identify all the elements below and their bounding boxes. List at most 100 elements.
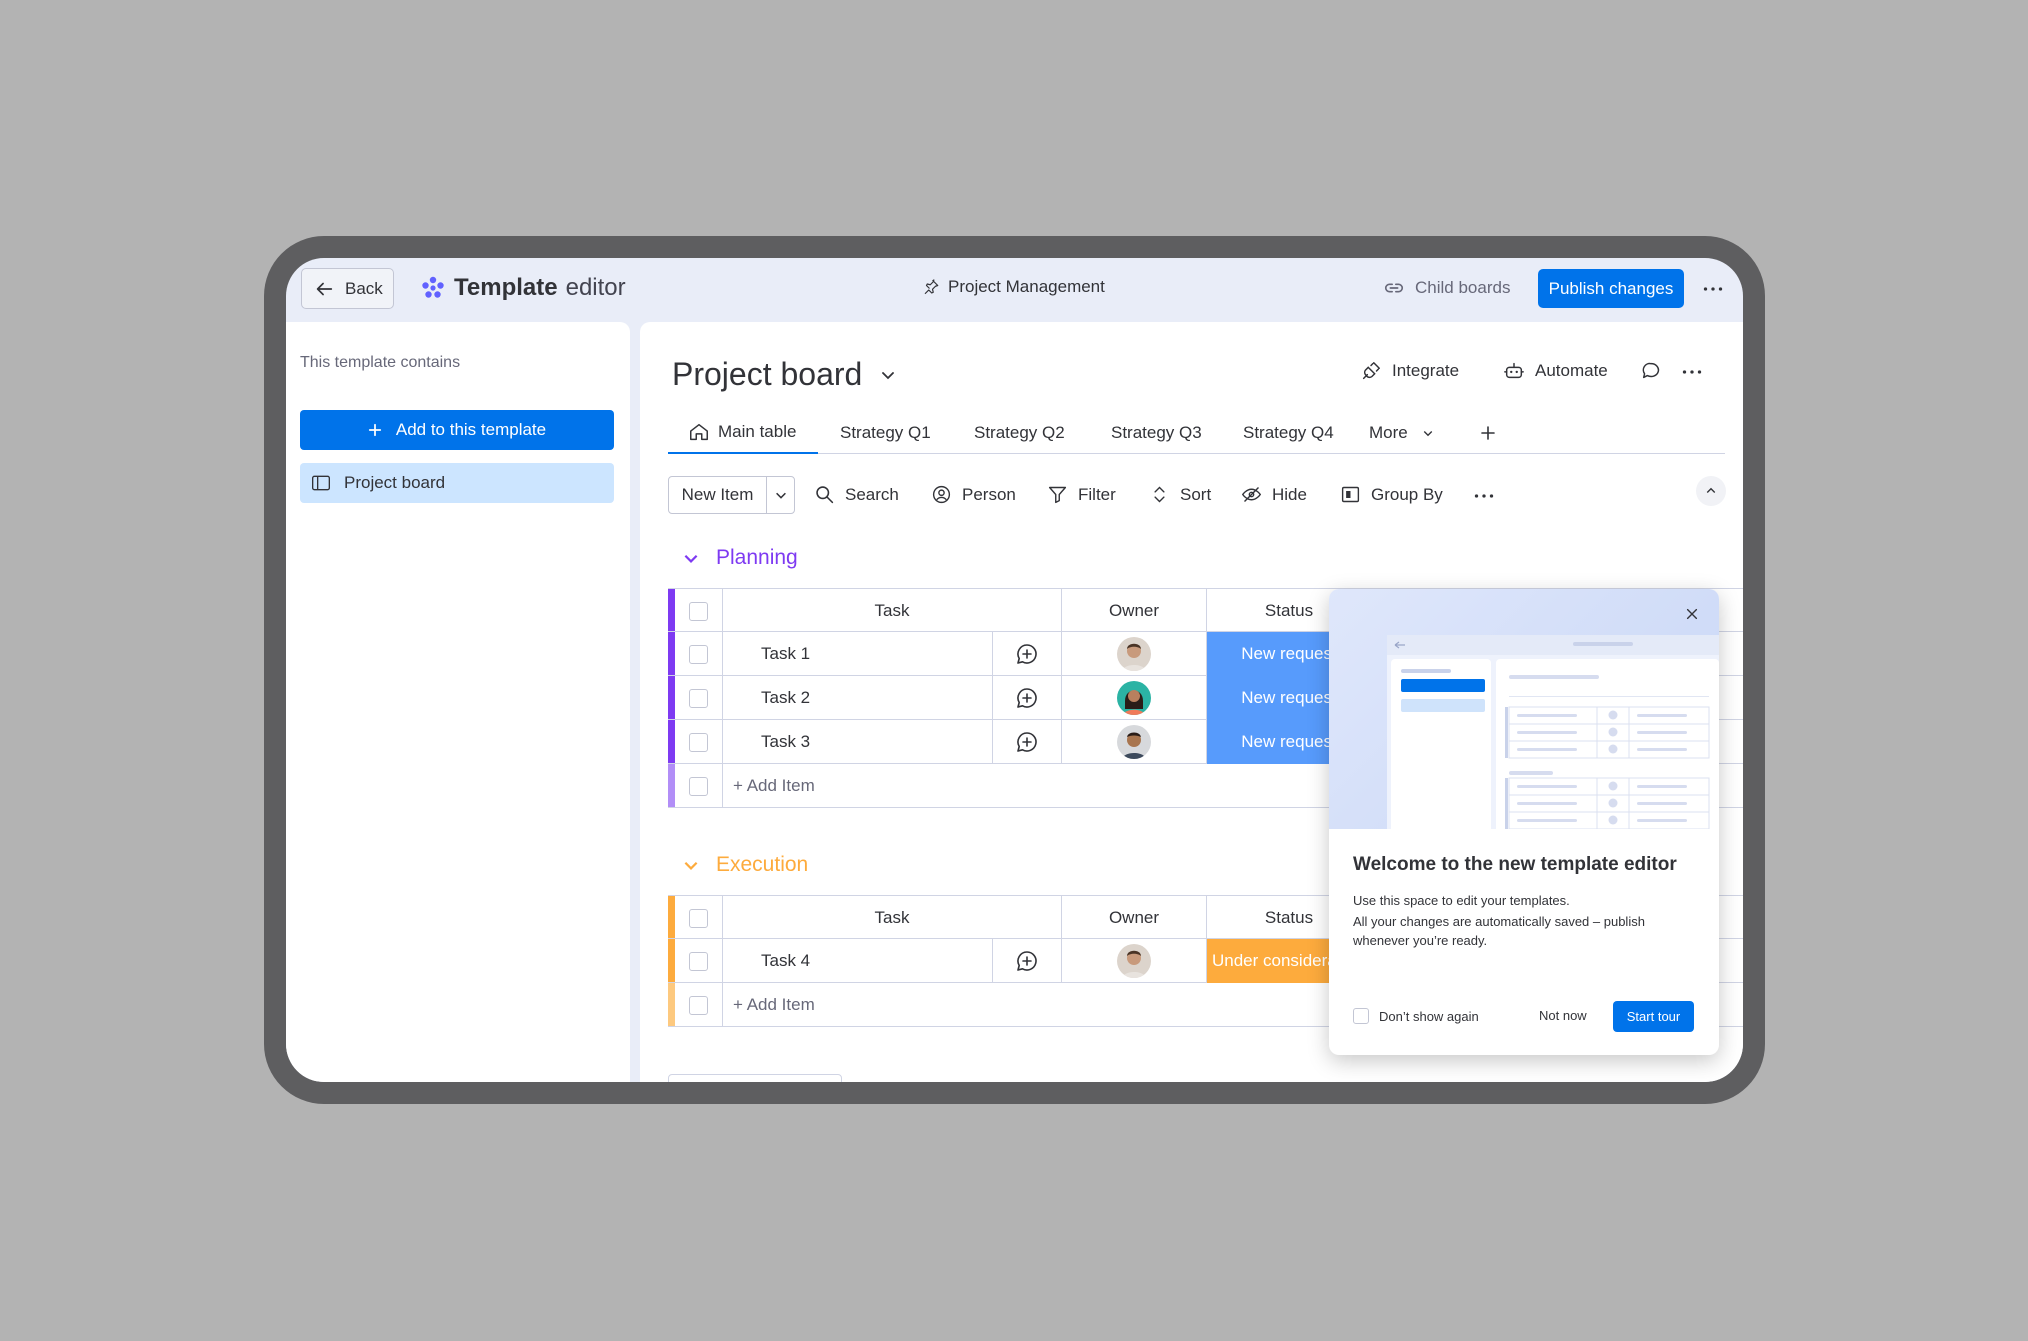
close-icon[interactable] xyxy=(1681,603,1703,625)
row-select-cell xyxy=(675,764,723,808)
add-update-cell[interactable] xyxy=(993,939,1062,983)
sort-button[interactable]: Sort xyxy=(1149,484,1211,505)
select-all-checkbox[interactable] xyxy=(689,601,708,621)
search-button[interactable]: Search xyxy=(814,484,899,505)
child-boards-button[interactable]: Child boards xyxy=(1383,277,1510,299)
automate-button[interactable]: Automate xyxy=(1503,360,1608,382)
row-checkbox[interactable] xyxy=(689,951,708,971)
pin-icon xyxy=(924,279,939,295)
new-item-button[interactable]: New Item xyxy=(668,476,795,514)
column-header-owner[interactable]: Owner xyxy=(1062,589,1207,633)
group-by-button[interactable]: Group By xyxy=(1340,484,1443,505)
more-options-icon[interactable] xyxy=(1701,279,1725,299)
tab-label: Strategy Q1 xyxy=(840,423,931,442)
template-contents-caption: This template contains xyxy=(300,354,461,371)
board-crumb[interactable]: Project Management xyxy=(922,277,1105,297)
dont-show-again-option[interactable]: Don’t show again xyxy=(1353,1008,1479,1024)
owner-cell[interactable] xyxy=(1062,939,1207,983)
add-group-button[interactable] xyxy=(668,1074,842,1082)
row-checkbox[interactable] xyxy=(689,995,708,1015)
tab-more[interactable]: More xyxy=(1369,412,1434,454)
start-tour-button[interactable]: Start tour xyxy=(1613,1001,1694,1032)
child-boards-label: Child boards xyxy=(1415,278,1511,297)
group-title-planning[interactable]: Planning xyxy=(682,546,798,570)
board-more-icon[interactable] xyxy=(1682,368,1702,376)
tab-strategy-q1[interactable]: Strategy Q1 xyxy=(840,412,931,454)
hide-button[interactable]: Hide xyxy=(1241,484,1307,505)
new-item-dropdown[interactable] xyxy=(767,477,794,513)
person-filter-button[interactable]: Person xyxy=(931,484,1016,505)
column-header-owner[interactable]: Owner xyxy=(1062,896,1207,940)
publish-changes-button[interactable]: Publish changes xyxy=(1538,269,1684,308)
arrow-left-icon xyxy=(316,282,333,295)
avatar xyxy=(1117,944,1151,978)
integrate-label: Integrate xyxy=(1392,361,1460,380)
group-color-bar xyxy=(668,764,675,807)
integrate-button[interactable]: Integrate xyxy=(1360,360,1459,382)
row-checkbox[interactable] xyxy=(689,776,708,796)
row-select-cell xyxy=(675,983,723,1027)
group-title-execution[interactable]: Execution xyxy=(682,853,808,877)
filter-button[interactable]: Filter xyxy=(1047,484,1116,505)
add-view-plus-icon[interactable] xyxy=(1480,412,1496,454)
toolbar-more-icon[interactable] xyxy=(1474,492,1494,500)
column-header-task[interactable]: Task xyxy=(723,896,1062,940)
welcome-line-1: Use this space to edit your templates. xyxy=(1353,893,1570,908)
add-update-icon xyxy=(1017,951,1037,971)
dont-show-again-checkbox[interactable] xyxy=(1353,1008,1369,1024)
select-all-checkbox[interactable] xyxy=(689,908,708,928)
home-icon xyxy=(690,423,708,441)
logo-bold-text: Template xyxy=(454,274,558,301)
avatar xyxy=(1117,681,1151,715)
owner-cell[interactable] xyxy=(1062,720,1207,764)
tab-main-table[interactable]: Main table xyxy=(668,412,818,454)
sparkle-logo-icon xyxy=(422,276,444,298)
group-color-bar xyxy=(668,896,675,938)
add-update-cell[interactable] xyxy=(993,720,1062,764)
tab-label: More xyxy=(1369,423,1408,442)
owner-cell[interactable] xyxy=(1062,632,1207,676)
row-select-cell xyxy=(675,720,723,764)
row-checkbox[interactable] xyxy=(689,688,708,708)
task-name-cell[interactable]: Task 1 xyxy=(723,632,993,676)
back-button[interactable]: Back xyxy=(301,268,394,309)
welcome-line-2: All your changes are automatically saved… xyxy=(1353,914,1645,929)
row-select-cell xyxy=(675,676,723,720)
group-by-icon xyxy=(1341,486,1360,503)
owner-cell[interactable] xyxy=(1062,676,1207,720)
automate-label: Automate xyxy=(1535,361,1608,380)
row-checkbox[interactable] xyxy=(689,644,708,664)
group-color-bar xyxy=(668,676,675,719)
row-checkbox[interactable] xyxy=(689,732,708,752)
tab-strategy-q2[interactable]: Strategy Q2 xyxy=(974,412,1065,454)
person-icon xyxy=(932,485,951,504)
add-update-cell[interactable] xyxy=(993,676,1062,720)
sort-icon xyxy=(1154,486,1165,503)
not-now-button[interactable]: Not now xyxy=(1539,1008,1587,1023)
chevron-down-icon xyxy=(775,492,786,499)
dont-show-again-label: Don’t show again xyxy=(1379,1008,1479,1024)
task-name-cell[interactable]: Task 2 xyxy=(723,676,993,720)
tab-strategy-q3[interactable]: Strategy Q3 xyxy=(1111,412,1202,454)
task-name-cell[interactable]: Task 4 xyxy=(723,939,993,983)
sidebar-item-project-board[interactable]: Project board xyxy=(300,463,614,503)
task-name-cell[interactable]: Task 3 xyxy=(723,720,993,764)
board-view-tabs: Main table Strategy Q1 Strategy Q2 Strat… xyxy=(668,412,1725,454)
chevron-down-icon xyxy=(684,554,698,563)
collapse-header-icon[interactable] xyxy=(1696,476,1726,506)
updates-chat-icon[interactable] xyxy=(1640,360,1662,382)
group-color-bar xyxy=(668,720,675,763)
add-update-cell[interactable] xyxy=(993,632,1062,676)
search-label: Search xyxy=(845,484,899,504)
add-to-template-button[interactable]: Add to this template xyxy=(300,410,614,450)
row-select-cell xyxy=(675,632,723,676)
sidebar-item-label: Project board xyxy=(344,473,446,492)
board-toolbar: New Item Search Person Filter Sort Hide … xyxy=(668,476,1726,516)
tab-label: Main table xyxy=(718,422,797,441)
robot-icon xyxy=(1504,362,1524,379)
template-contents-panel: This template contains Add to this templ… xyxy=(286,322,630,1082)
tab-strategy-q4[interactable]: Strategy Q4 xyxy=(1243,412,1334,454)
top-bar: Back Template editor Project Management xyxy=(286,258,1743,322)
column-header-task[interactable]: Task xyxy=(723,589,1062,633)
chevron-down-icon xyxy=(1423,431,1432,437)
